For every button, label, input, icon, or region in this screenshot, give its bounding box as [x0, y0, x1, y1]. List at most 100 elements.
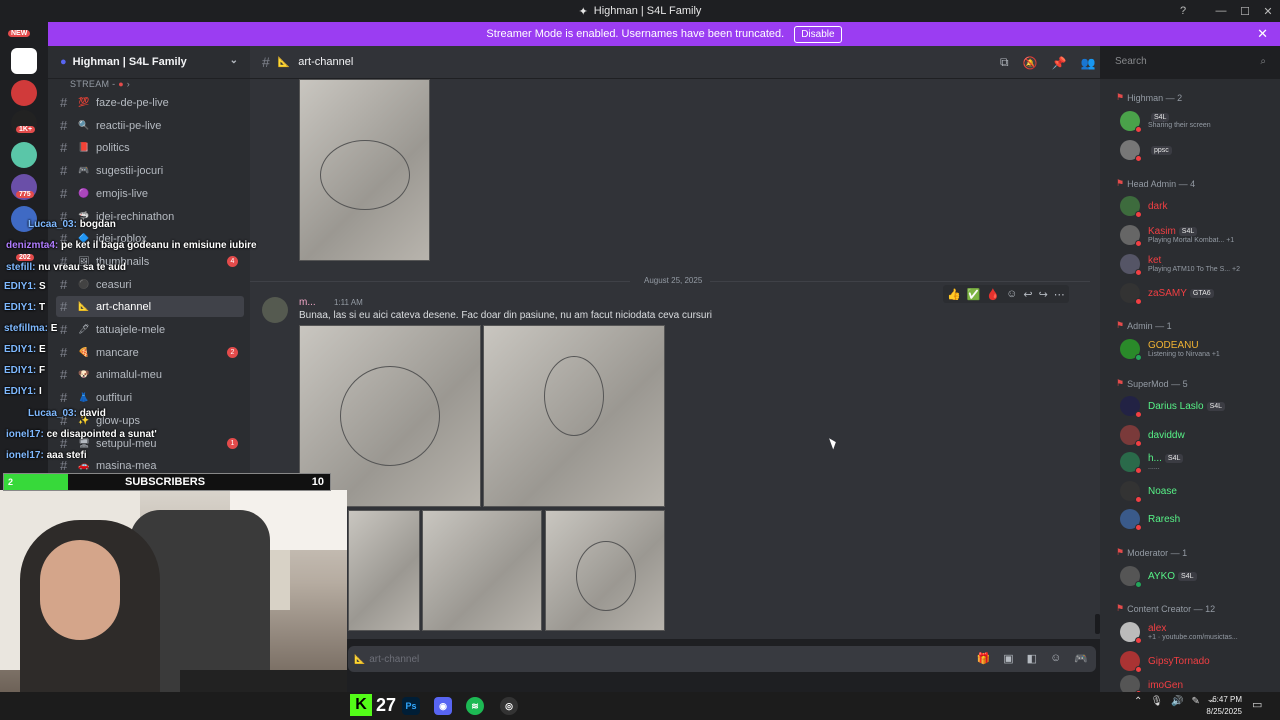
disable-streamer-mode-button[interactable]: Disable [794, 25, 842, 43]
member-item[interactable]: GODEANU Listening to Nirvana +1 [1120, 339, 1220, 361]
volume-icon[interactable]: 🔊 [1171, 696, 1183, 707]
overlay-chat-text: bogdan [79, 219, 116, 230]
channel-item[interactable]: # ⚫ ceasuri [56, 274, 244, 295]
reaction-thumbs-up[interactable]: 👍 [947, 288, 961, 301]
spotify-icon[interactable]: ≋ [466, 697, 484, 715]
clock[interactable]: 6:47 PM 8/25/2025 [1200, 694, 1242, 718]
threads-icon[interactable]: ⧉ [1000, 55, 1009, 70]
category-name: STREAM - [70, 79, 116, 89]
member-item[interactable]: alex +1 · youtube.com/musictas... [1120, 622, 1238, 644]
server-name: Highman | S4L Family [72, 56, 187, 68]
member-item[interactable]: h... S4L...... [1120, 452, 1184, 474]
channel-item[interactable]: # 👗 outfituri [56, 387, 244, 408]
channel-item[interactable]: # 🎮 sugestii-jocuri [56, 160, 244, 181]
role-label: Head Admin — 4 [1127, 178, 1196, 189]
avatar[interactable] [262, 297, 288, 323]
member-name: alex [1148, 623, 1167, 634]
member-item[interactable]: Raresh [1120, 509, 1181, 531]
member-tag: S4L [1178, 571, 1197, 581]
overlay-chat-line: EDIY1: S [4, 281, 46, 292]
chevron-down-icon[interactable]: ⌄ [230, 55, 238, 66]
gif-icon[interactable]: ▣ [1003, 652, 1013, 665]
channel-name: emojis-live [96, 187, 148, 200]
help-icon[interactable]: ? [1171, 0, 1195, 22]
role-icon: ⚑ [1116, 378, 1125, 388]
more-icon[interactable]: ⋯ [1054, 288, 1065, 301]
category-label[interactable]: STREAM - ● › [70, 79, 130, 89]
attachment-image[interactable] [483, 325, 665, 507]
channel-item[interactable]: # 🐶 animalul-meu [56, 364, 244, 385]
channel-item[interactable]: # 🟣 emojis-live [56, 183, 244, 204]
forward-icon[interactable]: ↪ [1039, 288, 1048, 301]
obs-icon[interactable]: ◎ [500, 697, 518, 715]
channel-emoji-icon: 🟣 [78, 188, 90, 198]
message-text: Bunaa, las si eu aici cateva desene. Fac… [299, 310, 713, 321]
channel-item[interactable]: # 🍕 mancare 2 [56, 342, 244, 363]
gamepad-icon[interactable]: 🎮 [1074, 652, 1088, 665]
mute-bell-icon[interactable]: 🔕 [1023, 56, 1038, 70]
member-item[interactable]: zaSAMY GTA6 [1120, 283, 1214, 305]
search-input[interactable]: Search ⌕ [1110, 53, 1271, 72]
reaction-check[interactable]: ✅ [967, 288, 981, 301]
member-item[interactable]: AYKO S4L [1120, 566, 1197, 588]
subscribers-label: SUBSCRIBERS [125, 476, 206, 488]
minimize-button[interactable]: — [1209, 0, 1233, 22]
notification-icon[interactable]: ▭ [1252, 698, 1262, 711]
add-reaction-icon[interactable]: ☺ [1006, 288, 1017, 300]
hash-icon: # [60, 163, 68, 178]
subscribers-goal: 10 [311, 476, 324, 488]
reaction-drop[interactable]: 🩸 [986, 288, 1000, 301]
pen-icon[interactable]: ✎ [1192, 696, 1200, 707]
server-icon[interactable] [11, 48, 37, 74]
attachment-image[interactable] [299, 79, 430, 261]
gift-icon[interactable]: 🎁 [977, 652, 991, 665]
channel-emoji-icon: 🍕 [78, 347, 90, 357]
status-dot [1135, 298, 1142, 305]
channel-item[interactable]: # 🔍 reactii-pe-live [56, 115, 244, 136]
channel-emoji-icon: 🚗 [78, 460, 90, 470]
status-dot [1135, 240, 1142, 247]
member-name: Raresh [1148, 513, 1181, 525]
avatar [1120, 111, 1142, 133]
member-item[interactable]: GipsyTornado [1120, 651, 1210, 673]
member-item[interactable]: daviddw [1120, 425, 1185, 447]
server-icon[interactable] [11, 142, 37, 168]
attachment-image[interactable] [348, 510, 420, 631]
member-item[interactable]: ppsc [1120, 140, 1172, 162]
close-window-button[interactable]: ✕ [1256, 0, 1280, 22]
channel-name: reactii-pe-live [96, 119, 162, 132]
reply-icon[interactable]: ↩ [1023, 288, 1032, 301]
message-author[interactable]: m... [299, 297, 316, 308]
message-input[interactable]: 📐 art-channel 🎁 ▣ ◧ ☺ 🎮 [348, 646, 1096, 672]
member-item[interactable]: Noase [1120, 481, 1177, 503]
server-header[interactable]: ● Highman | S4L Family ⌄ [48, 46, 250, 79]
status-dot [1135, 440, 1142, 447]
chevron-up-icon[interactable]: ⌃ [1134, 696, 1142, 707]
channel-item[interactable]: # 🖊 tatuajele-mele [56, 319, 244, 340]
clock-date: 8/25/2025 [1206, 707, 1242, 716]
discord-icon[interactable]: ◉ [434, 697, 452, 715]
channel-name: masina-mea [96, 459, 157, 472]
channel-item[interactable]: # 📕 politics [56, 137, 244, 158]
channel-item[interactable]: # 📐 art-channel [56, 296, 244, 317]
overlay-chat-line: EDIY1: I [4, 386, 42, 397]
member-list-icon[interactable]: 👥 [1080, 56, 1095, 70]
microphone-icon[interactable]: 🎙 [1150, 696, 1163, 707]
member-item[interactable]: ket Playing ATM10 To The S... +2 [1120, 254, 1240, 276]
member-item[interactable]: Kasim S4L Playing Mortal Kombat... +1 [1120, 225, 1234, 247]
pin-icon[interactable]: 📌 [1052, 56, 1067, 70]
kick-counter: K 27 [350, 692, 402, 718]
server-icon[interactable] [11, 80, 37, 106]
close-icon[interactable]: ✕ [1257, 26, 1268, 42]
emoji-icon[interactable]: ☺ [1050, 652, 1061, 665]
role-icon: ⚑ [1116, 178, 1125, 188]
maximize-button[interactable]: ☐ [1233, 0, 1257, 22]
photoshop-icon[interactable]: Ps [402, 697, 420, 715]
member-item[interactable]: S4L Sharing their screen [1120, 111, 1211, 133]
member-item[interactable]: dark [1120, 196, 1167, 218]
attachment-image[interactable] [545, 510, 665, 631]
member-item[interactable]: Darius Laslo S4L [1120, 396, 1226, 418]
sticker-icon[interactable]: ◧ [1027, 652, 1037, 665]
channel-item[interactable]: # 💯 faze-de-pe-live [56, 92, 244, 113]
attachment-image[interactable] [422, 510, 542, 631]
